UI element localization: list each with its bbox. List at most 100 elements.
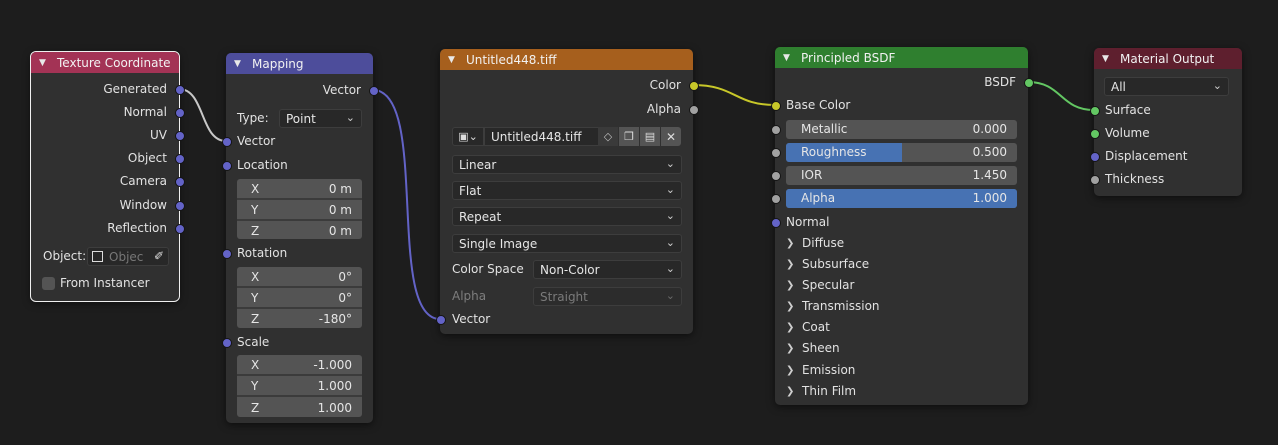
unlink-button[interactable]: ✕ (661, 127, 681, 146)
roughness-slider[interactable]: Roughness 0.500 (786, 143, 1017, 162)
type-value: Point (286, 111, 316, 126)
socket-camera[interactable] (175, 177, 185, 187)
color-space-dropdown[interactable]: Non-Color ⌄ (533, 260, 682, 279)
axis-label: Z (251, 311, 260, 326)
link-generated-to-vector[interactable] (178, 88, 227, 142)
chevron-down-icon: ⌄ (665, 262, 675, 275)
collapse-chevron-icon[interactable]: ▼ (234, 59, 246, 69)
socket-displacement[interactable] (1090, 152, 1100, 162)
socket-volume[interactable] (1090, 129, 1100, 139)
collapse-chevron-icon[interactable]: ▼ (1102, 54, 1114, 64)
node-header[interactable]: ▼ Untitled448.tiff (440, 49, 693, 70)
texture-coordinate-node[interactable]: ▼ Texture Coordinate Generated Normal UV… (30, 51, 180, 302)
node-title: Mapping (252, 56, 304, 71)
link-bsdf-to-surface[interactable] (1027, 81, 1095, 111)
principled-bsdf-node[interactable]: ▼ Principled BSDF BSDF Base Color Metall… (775, 47, 1028, 405)
socket-alpha[interactable] (771, 194, 781, 204)
node-title: Texture Coordinate (57, 55, 171, 70)
socket-roughness[interactable] (771, 148, 781, 158)
socket-rotation[interactable] (222, 249, 232, 259)
panel-sheen[interactable]: ❯ Sheen (786, 341, 840, 355)
panel-diffuse[interactable]: ❯ Diffuse (786, 236, 844, 250)
chevron-right-icon: ❯ (786, 300, 795, 312)
panel-emission[interactable]: ❯ Emission (786, 363, 855, 377)
socket-thickness[interactable] (1090, 175, 1100, 185)
socket-alpha-out[interactable] (689, 105, 699, 115)
axis-value: 0 m (328, 202, 352, 217)
projection-dropdown[interactable]: Flat ⌄ (452, 181, 682, 200)
scale-y[interactable]: Y 1.000 (237, 376, 362, 395)
type-dropdown[interactable]: Point ⌄ (279, 109, 362, 128)
fake-user-button[interactable]: ◇ (598, 127, 618, 146)
collapse-chevron-icon[interactable]: ▼ (39, 58, 51, 68)
socket-mapping-vector-in[interactable] (222, 137, 232, 147)
node-header[interactable]: ▼ Principled BSDF (775, 47, 1028, 68)
material-output-node[interactable]: ▼ Material Output All ⌄ Surface Volume D… (1094, 48, 1242, 196)
rotation-vector[interactable]: X 0° Y 0° Z -180° (237, 267, 362, 328)
socket-surface[interactable] (1090, 106, 1100, 116)
node-header[interactable]: ▼ Texture Coordinate (31, 52, 179, 73)
image-texture-node[interactable]: ▼ Untitled448.tiff Color Alpha ▣⌄ Untitl… (440, 49, 693, 334)
socket-base-color[interactable] (771, 101, 781, 111)
node-header[interactable]: ▼ Mapping (226, 53, 373, 74)
rotation-y[interactable]: Y 0° (237, 288, 362, 307)
panel-subsurface[interactable]: ❯ Subsurface (786, 257, 869, 271)
vector-input-label: Vector (237, 134, 276, 148)
socket-reflection[interactable] (175, 224, 185, 234)
location-x[interactable]: X 0 m (237, 179, 362, 198)
socket-mapping-vector-out[interactable] (369, 86, 379, 96)
axis-value: 0 m (328, 223, 352, 238)
image-name-field[interactable]: Untitled448.tiff (484, 127, 599, 146)
mapping-node[interactable]: ▼ Mapping Vector Type: Point ⌄ Vector Lo… (226, 53, 373, 423)
socket-normal[interactable] (175, 108, 185, 118)
socket-metallic[interactable] (771, 125, 781, 135)
link-color-to-basecolor[interactable] (692, 84, 776, 106)
open-image-button[interactable]: ▤ (640, 127, 660, 146)
location-vector[interactable]: X 0 m Y 0 m Z 0 m (237, 179, 362, 239)
interpolation-value: Linear (459, 157, 497, 172)
folder-icon: ▤ (644, 130, 656, 143)
chevron-down-icon: ⌄ (1212, 79, 1222, 92)
eyedropper-icon[interactable]: ✐ (154, 249, 164, 263)
collapse-chevron-icon[interactable]: ▼ (783, 53, 795, 63)
alpha-slider[interactable]: Alpha 1.000 (786, 189, 1017, 208)
socket-generated[interactable] (175, 85, 185, 95)
socket-object[interactable] (175, 154, 185, 164)
location-z[interactable]: Z 0 m (237, 221, 362, 240)
rotation-x[interactable]: X 0° (237, 267, 362, 286)
interpolation-dropdown[interactable]: Linear ⌄ (452, 155, 682, 174)
duplicate-button[interactable]: ❐ (619, 127, 639, 146)
node-header[interactable]: ▼ Material Output (1094, 48, 1242, 69)
socket-uv[interactable] (175, 131, 185, 141)
image-browse-button[interactable]: ▣⌄ (452, 127, 484, 146)
panel-label: Emission (802, 363, 856, 377)
ior-slider[interactable]: IOR 1.450 (786, 166, 1017, 185)
scale-z[interactable]: Z 1.000 (237, 398, 362, 417)
scale-vector[interactable]: X -1.000 Y 1.000 Z 1.000 (237, 355, 362, 417)
panel-specular[interactable]: ❯ Specular (786, 278, 854, 292)
socket-normal-in[interactable] (771, 218, 781, 228)
source-dropdown[interactable]: Single Image ⌄ (452, 234, 682, 253)
panel-label: Thin Film (802, 384, 857, 398)
socket-bsdf-out[interactable] (1024, 78, 1034, 88)
socket-location[interactable] (222, 161, 232, 171)
socket-color-out[interactable] (689, 81, 699, 91)
object-field[interactable]: Objec ✐ (87, 247, 169, 266)
rotation-z[interactable]: Z -180° (237, 309, 362, 328)
socket-window[interactable] (175, 201, 185, 211)
scale-x[interactable]: X -1.000 (237, 355, 362, 374)
from-instancer-checkbox[interactable] (42, 277, 55, 290)
socket-ior[interactable] (771, 171, 781, 181)
extension-dropdown[interactable]: Repeat ⌄ (452, 207, 682, 226)
link-mapping-to-image[interactable] (372, 89, 441, 320)
panel-transmission[interactable]: ❯ Transmission (786, 299, 880, 313)
socket-scale[interactable] (222, 338, 232, 348)
panel-coat[interactable]: ❯ Coat (786, 320, 830, 334)
location-y[interactable]: Y 0 m (237, 200, 362, 219)
socket-image-vector-in[interactable] (436, 315, 446, 325)
panel-thin-film[interactable]: ❯ Thin Film (786, 384, 856, 398)
output-uv-label: UV (150, 128, 167, 142)
target-dropdown[interactable]: All ⌄ (1104, 77, 1229, 96)
metallic-slider[interactable]: Metallic 0.000 (786, 120, 1017, 139)
collapse-chevron-icon[interactable]: ▼ (448, 55, 460, 65)
